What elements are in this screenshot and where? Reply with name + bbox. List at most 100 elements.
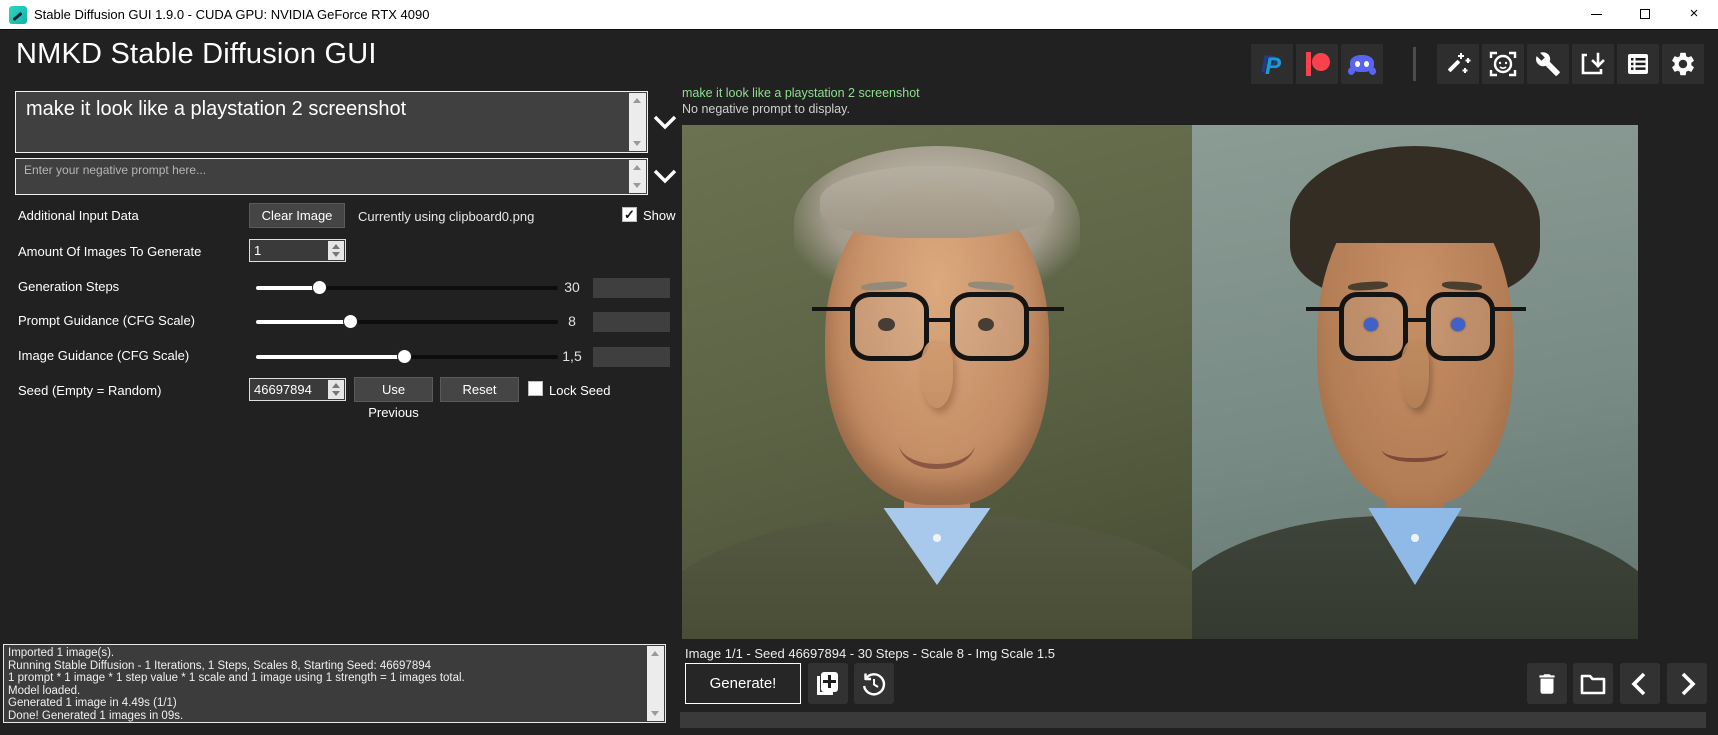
page-title: NMKD Stable Diffusion GUI: [16, 38, 377, 71]
lock-seed-checkbox[interactable]: [528, 381, 543, 396]
generation-steps-value: 30: [556, 279, 588, 295]
prompt-guidance-slider[interactable]: [256, 320, 558, 324]
negative-prompt-expand-button[interactable]: [652, 163, 678, 189]
add-to-queue-button[interactable]: [808, 663, 848, 704]
prompt-scrollbar[interactable]: [629, 93, 646, 151]
seed-label: Seed (Empty = Random): [18, 383, 161, 398]
generated-image[interactable]: [1192, 125, 1638, 639]
use-previous-seed-button[interactable]: Use Previous: [354, 377, 433, 402]
delete-image-button[interactable]: [1527, 663, 1567, 704]
patreon-icon: [1305, 52, 1329, 76]
seed-value: 46697894: [254, 382, 312, 397]
generation-steps-input[interactable]: [593, 278, 670, 298]
add-page-icon: [816, 672, 840, 696]
amount-label: Amount Of Images To Generate: [18, 244, 201, 259]
paypal-icon: PP: [1261, 51, 1283, 77]
import-download-icon: [1579, 50, 1607, 78]
prompt-guidance-input[interactable]: [593, 312, 670, 332]
queue-list-icon: [1625, 51, 1651, 77]
amount-value: 1: [254, 243, 261, 258]
previous-image-button[interactable]: [1620, 663, 1660, 704]
prompt-guidance-value: 8: [556, 313, 588, 329]
paypal-button[interactable]: PP: [1251, 44, 1293, 84]
negative-prompt-input[interactable]: Enter your negative prompt here...: [15, 158, 648, 195]
log-line: Running Stable Diffusion - 1 Iterations,…: [8, 660, 645, 673]
chevron-right-icon: [1673, 670, 1701, 698]
window-title: Stable Diffusion GUI 1.9.0 - CUDA GPU: N…: [34, 0, 429, 30]
settings-gear-icon: [1669, 50, 1697, 78]
generation-steps-label: Generation Steps: [18, 279, 119, 294]
post-processing-button[interactable]: [1437, 44, 1479, 84]
generate-button[interactable]: Generate!: [685, 663, 801, 704]
log-output[interactable]: Imported 1 image(s). Running Stable Diff…: [3, 644, 666, 723]
stepper-arrows[interactable]: [328, 380, 344, 399]
app-window: Stable Diffusion GUI 1.9.0 - CUDA GPU: N…: [0, 0, 1718, 735]
discord-icon: [1348, 53, 1376, 75]
slider-thumb[interactable]: [397, 349, 412, 364]
stepper-arrows[interactable]: [328, 241, 344, 260]
open-folder-button[interactable]: [1573, 663, 1613, 704]
header-separator: [1413, 47, 1416, 81]
portrait-hair: [1312, 161, 1517, 243]
image-guidance-value: 1,5: [556, 348, 588, 364]
negative-prompt-placeholder: Enter your negative prompt here...: [24, 163, 623, 177]
generation-steps-slider[interactable]: [256, 286, 558, 290]
glasses: [950, 292, 1029, 361]
prompt-input[interactable]: make it look like a playstation 2 screen…: [15, 91, 648, 153]
image-guidance-input[interactable]: [593, 347, 670, 367]
input-photo-image[interactable]: [682, 125, 1192, 639]
negative-prompt-info: No negative prompt to display.: [682, 102, 850, 116]
glasses: [1339, 292, 1408, 361]
chevron-down-icon: [652, 109, 678, 135]
developer-tools-button[interactable]: [1527, 44, 1569, 84]
image-guidance-slider[interactable]: [256, 355, 558, 359]
glasses: [1426, 292, 1495, 361]
close-button[interactable]: ×: [1670, 0, 1718, 29]
show-checkbox[interactable]: ✓: [622, 207, 637, 222]
minimize-button[interactable]: [1572, 0, 1620, 29]
chevron-down-icon: [652, 163, 678, 189]
log-line: Imported 1 image(s).: [8, 647, 645, 660]
log-line: 1 prompt * 1 image * 1 step value * 1 sc…: [8, 672, 645, 685]
seed-stepper[interactable]: 46697894: [249, 378, 346, 401]
history-clock-icon: [860, 670, 888, 698]
glasses: [850, 292, 929, 361]
patreon-button[interactable]: [1296, 44, 1338, 84]
log-line: Generated 1 image in 4.49s (1/1): [8, 697, 645, 710]
prompt-value: make it look like a playstation 2 screen…: [26, 98, 623, 121]
reset-seed-button[interactable]: Reset: [440, 377, 519, 402]
maximize-button[interactable]: [1621, 0, 1669, 29]
app-icon: [9, 6, 27, 24]
titlebar[interactable]: Stable Diffusion GUI 1.9.0 - CUDA GPU: N…: [0, 0, 1718, 30]
input-image-status: Currently using clipboard0.png: [358, 209, 534, 224]
discord-button[interactable]: [1341, 44, 1383, 84]
prompt-expand-button[interactable]: [652, 109, 678, 135]
next-image-button[interactable]: [1667, 663, 1707, 704]
model-import-button[interactable]: [1572, 44, 1614, 84]
prompt-guidance-label: Prompt Guidance (CFG Scale): [18, 313, 195, 328]
minimize-icon: [1591, 14, 1602, 15]
log-line: Done! Generated 1 images in 09s.: [8, 710, 645, 723]
lock-seed-label: Lock Seed: [549, 383, 610, 398]
clear-image-button[interactable]: Clear Image: [249, 203, 345, 228]
chevron-left-icon: [1626, 670, 1654, 698]
portrait-hair: [820, 166, 1055, 238]
prompt-echo: make it look like a playstation 2 screen…: [682, 86, 920, 100]
history-button[interactable]: [854, 663, 894, 704]
slider-thumb[interactable]: [343, 314, 358, 329]
log-scrollbar[interactable]: [647, 646, 664, 721]
additional-input-label: Additional Input Data: [18, 208, 139, 223]
trash-icon: [1534, 671, 1560, 697]
image-guidance-label: Image Guidance (CFG Scale): [18, 348, 189, 363]
progress-bar: [680, 712, 1706, 728]
settings-button[interactable]: [1662, 44, 1704, 84]
folder-icon: [1579, 670, 1607, 698]
slider-thumb[interactable]: [312, 280, 327, 295]
face-restoration-button[interactable]: [1482, 44, 1524, 84]
prompt-queue-button[interactable]: [1617, 44, 1659, 84]
magic-wand-icon: [1444, 50, 1472, 78]
face-restore-icon: [1489, 50, 1517, 78]
wrench-icon: [1535, 51, 1561, 77]
negative-prompt-scrollbar[interactable]: [629, 160, 646, 193]
amount-stepper[interactable]: 1: [249, 239, 346, 262]
